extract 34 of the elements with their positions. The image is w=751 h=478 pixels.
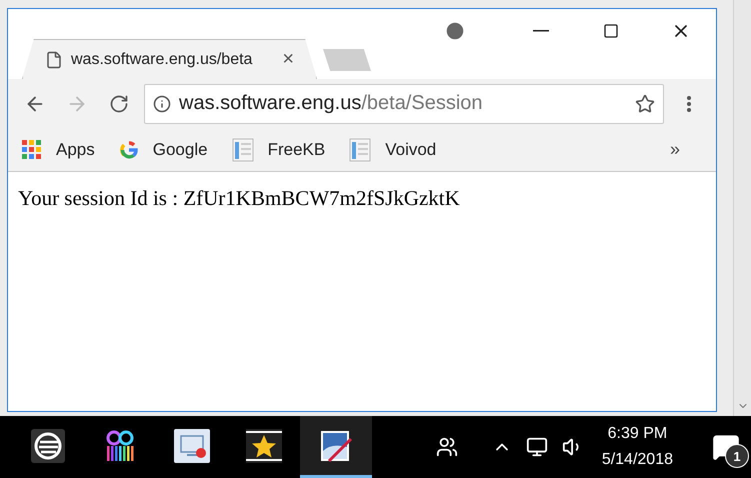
clock[interactable]: 6:39 PM 5/14/2018 [602, 421, 673, 473]
scrollbar[interactable] [733, 0, 751, 416]
star-app-icon [246, 428, 282, 462]
page-icon [349, 138, 372, 162]
date-text: 5/14/2018 [602, 450, 673, 470]
page-icon [45, 50, 63, 68]
tab-title: was.software.eng.us/beta [71, 50, 254, 68]
url-text: was.software.eng.us/beta/Session [179, 92, 484, 115]
people-icon[interactable] [436, 436, 458, 458]
bookmark-link[interactable]: Voivod [349, 138, 436, 162]
minimize-icon [533, 30, 549, 32]
taskbar-app-button[interactable] [300, 416, 372, 478]
notification-count: 1 [725, 444, 749, 468]
bookmark-star-icon[interactable] [635, 94, 655, 114]
browser-tab[interactable]: was.software.eng.us/beta × [22, 39, 317, 79]
maximize-icon [603, 23, 619, 39]
bookmark-link[interactable]: FreeKB [232, 138, 326, 162]
reload-icon [109, 94, 129, 114]
apps-grid-icon [22, 140, 42, 160]
paint-app-icon [319, 428, 353, 462]
page-icon [232, 138, 254, 162]
screen-record-app-icon [174, 428, 210, 462]
globe-app-icon [31, 428, 65, 462]
bookmarks-overflow-button[interactable]: » [664, 138, 686, 161]
close-tab-button[interactable]: × [282, 48, 294, 71]
network-icon[interactable] [526, 436, 548, 458]
time-text: 6:39 PM [608, 424, 668, 444]
menu-icon [687, 96, 691, 112]
bookmark-link[interactable]: Google [118, 140, 208, 160]
bookmark-link[interactable]: Apps [22, 140, 95, 160]
info-icon[interactable] [153, 94, 171, 112]
address-bar[interactable]: was.software.eng.us/beta/Session [144, 84, 664, 124]
google-icon [118, 140, 139, 160]
session-id-text: Your session Id is : ZfUr1KBmBCW7m2fSJkGzktK [18, 186, 460, 210]
